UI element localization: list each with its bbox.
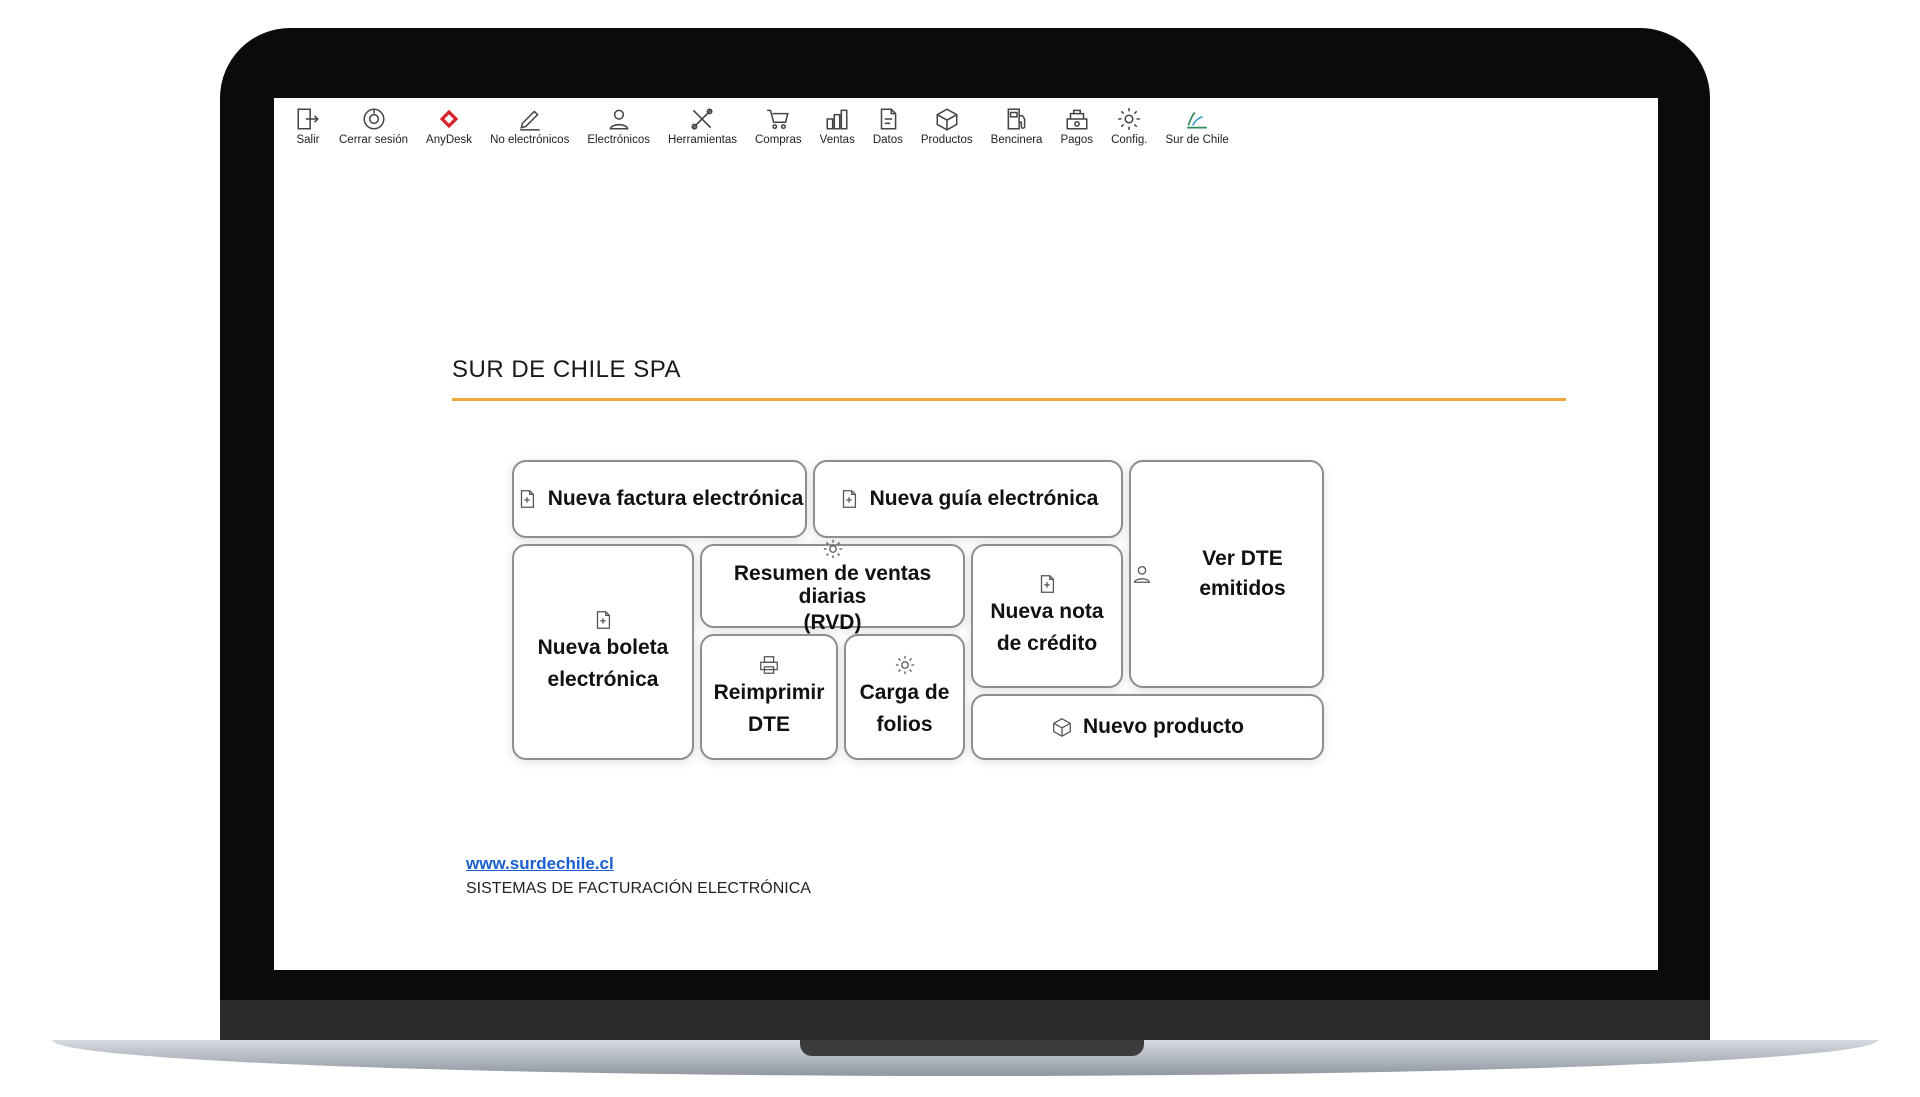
tile-label: Nueva guía electrónica	[869, 486, 1099, 510]
toolbar-label: Productos	[920, 134, 973, 146]
document-icon	[1040, 574, 1055, 593]
toolbar-pagos[interactable]: Pagos	[1051, 106, 1102, 146]
tile-label: Nuevo producto	[1083, 714, 1244, 738]
box-icon	[1053, 718, 1071, 737]
tile-label-line2: DTE	[748, 713, 790, 736]
toolbar-ventas[interactable]: Ventas	[811, 106, 864, 146]
exit-icon	[297, 108, 319, 130]
ver-dte-emitidos-tile[interactable]: Ver DTE emitidos	[1129, 460, 1324, 688]
coins-icon	[826, 109, 848, 130]
document-icon	[596, 610, 611, 629]
fuel-pump-icon	[1007, 108, 1025, 130]
logout-icon	[363, 108, 385, 130]
tile-label-line1: Nueva boleta	[537, 635, 669, 659]
gear-icon	[895, 655, 914, 674]
main-toolbar: Salir Cerrar sesión AnyDesk No electróni…	[286, 106, 1238, 146]
toolbar-label: Cerrar sesión	[339, 134, 409, 146]
laptop-hinge	[220, 1000, 1710, 1044]
nuevo-producto-tile[interactable]: Nuevo producto	[971, 694, 1324, 760]
toolbar-herramientas[interactable]: Herramientas	[659, 106, 746, 146]
toolbar-electronicos[interactable]: Electrónicos	[578, 106, 659, 146]
toolbar-no-electronicos[interactable]: No electrónicos	[481, 106, 578, 146]
tile-label-line2: (RVD)	[803, 610, 862, 634]
nueva-guia-tile[interactable]: Nueva guía electrónica	[813, 460, 1123, 538]
tile-label: Nueva factura electrónica	[547, 486, 804, 510]
toolbar-config[interactable]: Config.	[1102, 106, 1156, 146]
anydesk-icon	[439, 109, 459, 129]
tile-label-line1: Nueva nota	[990, 599, 1104, 623]
document-icon	[880, 108, 897, 130]
cart-icon	[767, 109, 790, 130]
laptop-notch	[800, 1040, 1144, 1056]
toolbar-label: Pagos	[1060, 134, 1094, 146]
toolbar-label: No electrónicos	[490, 134, 570, 146]
tile-label-line2: electrónica	[547, 668, 659, 691]
printer-icon	[760, 655, 778, 674]
box-icon	[936, 108, 958, 131]
company-title: SUR DE CHILE SPA	[452, 356, 681, 383]
sur-de-chile-logo-icon	[1187, 111, 1207, 129]
toolbar-cerrar-sesion[interactable]: Cerrar sesión	[330, 106, 417, 146]
app-screen: Salir Cerrar sesión AnyDesk No electróni…	[274, 98, 1658, 970]
tile-label-line2: folios	[876, 713, 933, 736]
resumen-ventas-tile[interactable]: Resumen de ventas diarias (RVD)	[700, 540, 965, 634]
gear-icon	[1118, 108, 1141, 130]
toolbar-bencinera[interactable]: Bencinera	[982, 106, 1052, 146]
gear-icon	[823, 540, 842, 559]
toolbar-label: Herramientas	[667, 134, 737, 146]
company-title-underline	[452, 398, 1566, 401]
nueva-boleta-tile[interactable]: Nueva boleta electrónica	[512, 544, 694, 760]
toolbar-sur-de-chile[interactable]: Sur de Chile	[1157, 106, 1238, 146]
toolbar-compras[interactable]: Compras	[746, 106, 811, 146]
toolbar-label: Datos	[872, 134, 903, 146]
user-icon	[1133, 566, 1151, 583]
nueva-nota-credito-tile[interactable]: Nueva nota de crédito	[971, 544, 1123, 688]
toolbar-salir[interactable]: Salir	[286, 106, 330, 146]
reimprimir-dte-tile[interactable]: Reimprimir DTE	[700, 634, 838, 760]
tile-label: Ver DTE emitidos	[1199, 546, 1286, 600]
user-icon	[609, 109, 629, 130]
pen-icon	[519, 110, 540, 131]
tile-label-line1: Resumen de ventas diarias	[733, 562, 932, 609]
toolbar-label: Compras	[755, 134, 802, 146]
carga-folios-tile[interactable]: Carga de folios	[844, 634, 965, 760]
toolbar-label: Electrónicos	[587, 134, 650, 146]
tile-label-line1: Reimprimir	[713, 680, 825, 704]
tile-label-line2: de crédito	[996, 632, 1098, 655]
toolbar-label: Bencinera	[990, 134, 1043, 146]
toolbar-productos[interactable]: Productos	[912, 106, 982, 146]
footer-subtitle: SISTEMAS DE FACTURACIÓN ELECTRÓNICA	[466, 880, 811, 897]
toolbar-label: Ventas	[819, 134, 855, 146]
toolbar-label: Salir	[296, 134, 320, 146]
document-icon	[842, 490, 856, 508]
website-link[interactable]: www.surdechile.cl	[466, 854, 614, 874]
payments-icon	[1066, 109, 1088, 130]
toolbar-label: Sur de Chile	[1165, 134, 1229, 146]
tools-icon	[691, 108, 714, 130]
toolbar-label: AnyDesk	[426, 134, 473, 146]
toolbar-anydesk[interactable]: AnyDesk	[417, 106, 481, 146]
nueva-factura-tile[interactable]: Nueva factura electrónica	[512, 460, 807, 538]
toolbar-label: Config.	[1111, 134, 1148, 146]
tile-label-line1: Carga de	[859, 680, 950, 704]
document-icon	[520, 490, 534, 508]
toolbar-datos[interactable]: Datos	[864, 106, 912, 146]
